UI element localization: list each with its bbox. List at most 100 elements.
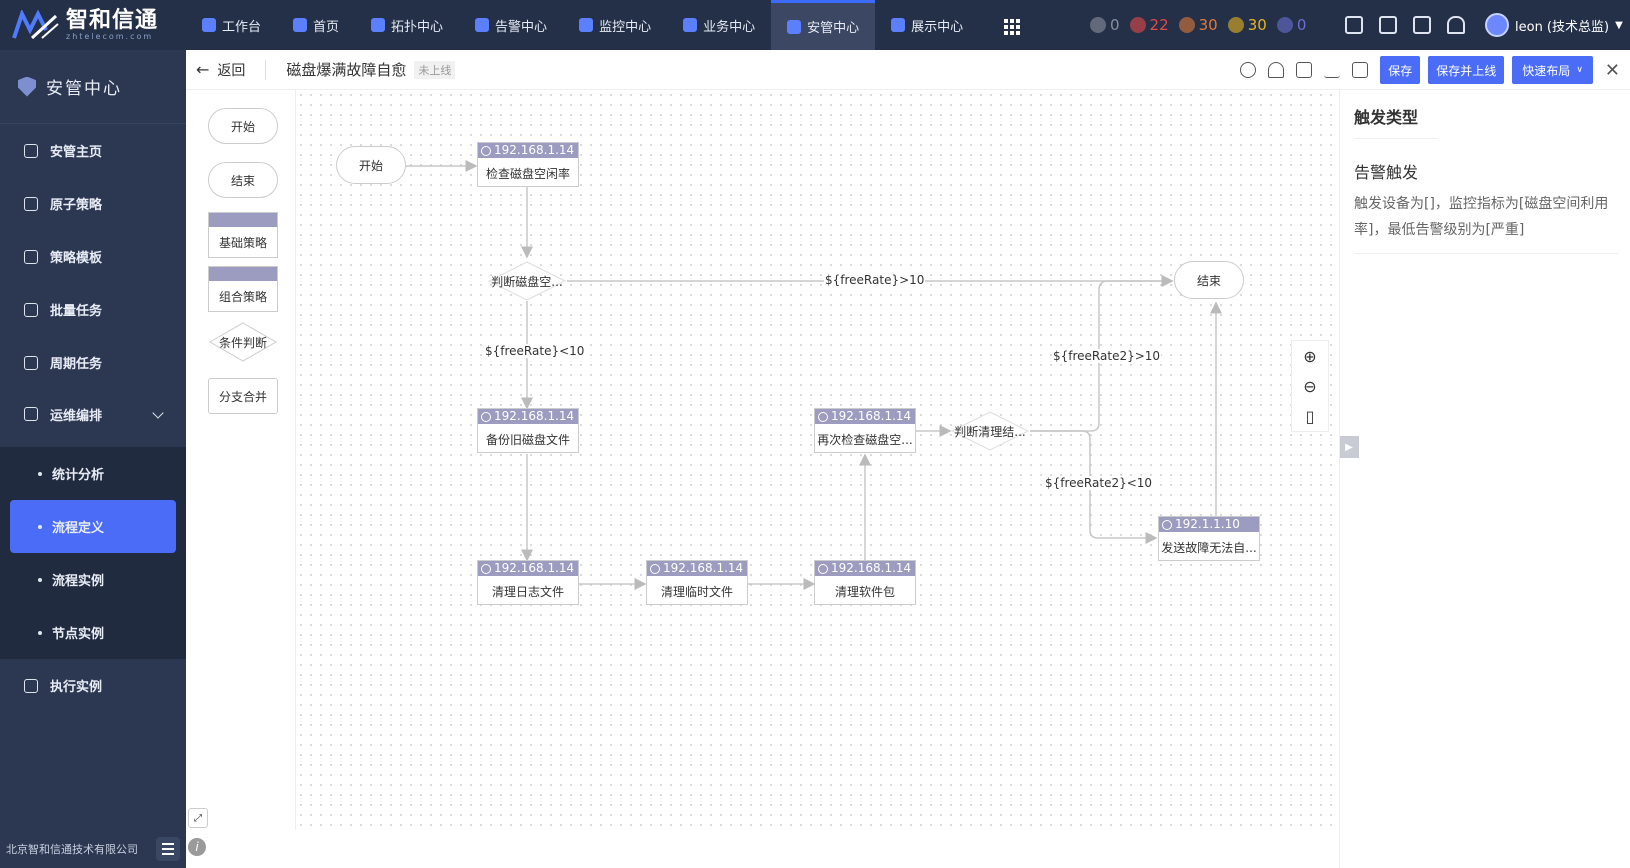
flow-node-clean-temp[interactable]: 192.168.1.14 清理临时文件: [646, 560, 748, 605]
top-bar: 智和信通 zhtelecom.com 工作台 首页 拓扑中心 告警中心 监控中心 业务中心…: [0, 0, 1630, 50]
brand-sub: zhtelecom.com: [66, 31, 154, 41]
nav-item[interactable]: 安管中心: [771, 0, 876, 50]
status-count[interactable]: 0: [1090, 16, 1120, 34]
save-button[interactable]: 保存: [1380, 56, 1421, 84]
sidebar-subitem[interactable]: 流程定义: [10, 500, 176, 553]
palette-start-node[interactable]: 开始: [208, 108, 278, 144]
zoom-in-icon[interactable]: ⊕: [1303, 347, 1316, 366]
sidebar-item-label: 安管主页: [50, 145, 103, 160]
layout-icon[interactable]: [1413, 16, 1431, 34]
question-icon: [1276, 17, 1293, 33]
brand-name: 智和信通: [66, 7, 159, 33]
status-count[interactable]: 30: [1178, 16, 1218, 34]
flow-node-check-disk[interactable]: 192.168.1.14 检查磁盘空闲率: [477, 142, 579, 187]
notification-bell-icon[interactable]: [1447, 16, 1465, 34]
palette-basic-strategy[interactable]: 基础策略: [208, 212, 278, 258]
nav-item[interactable]: 业务中心: [667, 0, 771, 50]
status-count[interactable]: 22: [1129, 16, 1169, 34]
palette-merge-node[interactable]: 分支合并: [208, 378, 278, 414]
zoom-out-icon[interactable]: ⊖: [1303, 377, 1316, 396]
calendar-icon[interactable]: [1296, 62, 1313, 78]
bullet-icon: [38, 471, 42, 476]
save-publish-button[interactable]: 保存并上线: [1428, 56, 1505, 84]
quick-layout-button[interactable]: 快速布局 ∨: [1512, 56, 1593, 84]
nav-item[interactable]: 告警中心: [459, 0, 563, 50]
zoom-controls: ⊕ ⊖ ▯: [1291, 340, 1329, 432]
flow-start-node[interactable]: 开始: [336, 146, 406, 184]
flow-node-send-failure[interactable]: 192.1.1.10 发送故障无法自...: [1158, 516, 1260, 561]
execute-icon: [24, 678, 38, 693]
sidebar-item[interactable]: 运维编排: [0, 389, 186, 439]
nav-item[interactable]: 监控中心: [563, 0, 667, 50]
toolbar-actions: 保存 保存并上线 快速布局 ∨ ✕: [1240, 50, 1630, 90]
sidebar-item[interactable]: 批量任务: [0, 283, 186, 336]
flow-node-recheck[interactable]: 192.168.1.14 再次检查磁盘空...: [814, 408, 916, 453]
flow-node-backup[interactable]: 192.168.1.14 备份旧磁盘文件: [477, 408, 579, 453]
alarm-status-counts: 0 22 30 30 0: [1090, 0, 1306, 50]
back-button[interactable]: ← 返回: [196, 59, 267, 80]
nav-item[interactable]: 拓扑中心: [355, 0, 459, 50]
flow-canvas[interactable]: 开始 结束 192.168.1.14 检查磁盘空闲率 192.168.1.14 …: [296, 90, 1339, 830]
sidebar-item-execute-instance[interactable]: 执行实例: [0, 659, 186, 712]
status-count[interactable]: 30: [1227, 16, 1267, 34]
avatar: [1485, 13, 1509, 37]
user-menu[interactable]: leon (技术总监) ▼: [1485, 0, 1623, 50]
fit-page-icon[interactable]: ▯: [1306, 407, 1315, 426]
menu-toggle-icon[interactable]: [156, 837, 180, 861]
info-icon[interactable]: i: [188, 838, 206, 856]
nav-item-label: 业务中心: [703, 19, 756, 35]
sidebar-item-label: 批量任务: [50, 304, 103, 319]
nav-item-label: 首页: [313, 19, 340, 35]
edge-label: ${freeRate}<10: [484, 344, 586, 358]
node-ip: 192.1.1.10: [1159, 517, 1259, 532]
sidebar-subitem[interactable]: 流程实例: [0, 553, 186, 606]
status-count[interactable]: 0: [1276, 16, 1306, 34]
sidebar-item[interactable]: 周期任务: [0, 336, 186, 389]
sidebar-subitem[interactable]: 统计分析: [0, 447, 186, 500]
business-icon: [683, 18, 698, 32]
flow-node-clean-logs[interactable]: 192.168.1.14 清理日志文件: [477, 560, 579, 605]
flow-end-node[interactable]: 结束: [1174, 261, 1244, 299]
node-label: 清理临时文件: [660, 584, 733, 599]
status-badge: 未上线: [414, 60, 456, 79]
nav-item-label: 安管中心: [807, 21, 860, 36]
flow-decision-disk[interactable]: 判断磁盘空...: [487, 261, 567, 301]
close-icon[interactable]: ✕: [1605, 60, 1620, 81]
sidebar-item[interactable]: 原子策略: [0, 177, 186, 230]
bell-icon[interactable]: [1268, 62, 1285, 78]
sidebar-item[interactable]: 策略模板: [0, 230, 186, 283]
theme-shirt-icon[interactable]: [1345, 16, 1363, 34]
download-icon[interactable]: [1324, 62, 1341, 78]
node-ip: 192.168.1.14: [647, 561, 747, 576]
sidebar-subitem-label: 流程实例: [52, 574, 105, 589]
sidebar-footer: 北京智和信通技术有限公司: [0, 830, 186, 868]
palette-combo-strategy[interactable]: 组合策略: [208, 266, 278, 312]
status-count-value: 22: [1149, 16, 1169, 34]
palette-end-node[interactable]: 结束: [208, 162, 278, 198]
node-ip: 192.168.1.14: [478, 561, 578, 576]
nav-item-label: 监控中心: [599, 19, 652, 35]
flow-decision-cleanup[interactable]: 判断清理结...: [950, 411, 1030, 451]
sidebar-title-text: 安管中心: [46, 79, 122, 99]
node-label: 检查磁盘空闲率: [485, 166, 570, 181]
palette-condition-node[interactable]: 条件判断: [208, 322, 278, 362]
apps-grid-icon[interactable]: [1004, 19, 1020, 35]
nav-item[interactable]: 工作台: [186, 0, 277, 50]
delete-icon[interactable]: [1352, 62, 1369, 78]
editor-toolbar: ← 返回 磁盘爆满故障自愈 未上线 保存 保存并上线 快速布局 ∨ ✕: [186, 50, 1630, 90]
fullscreen-icon[interactable]: ⤢: [188, 808, 208, 828]
nav-item[interactable]: 首页: [277, 0, 355, 50]
lightning-icon: [1129, 17, 1146, 33]
shield-icon: [18, 76, 36, 97]
flow-node-clean-packages[interactable]: 192.168.1.14 清理软件包: [814, 560, 916, 605]
sidebar-item-label: 周期任务: [50, 357, 103, 372]
search-icon[interactable]: [1240, 62, 1257, 78]
nav-item[interactable]: 展示中心: [875, 0, 979, 50]
node-label: 备份旧磁盘文件: [485, 432, 570, 447]
home-icon: [293, 18, 308, 32]
properties-panel: 触发类型 告警触发 触发设备为[]，监控指标为[磁盘空间利用率]，最低告警级别为…: [1339, 90, 1630, 868]
sidebar-subitem[interactable]: 节点实例: [0, 606, 186, 659]
sidebar-item[interactable]: 安管主页: [0, 124, 186, 177]
logo[interactable]: 智和信通 zhtelecom.com: [0, 0, 186, 50]
mute-icon[interactable]: [1379, 16, 1397, 34]
